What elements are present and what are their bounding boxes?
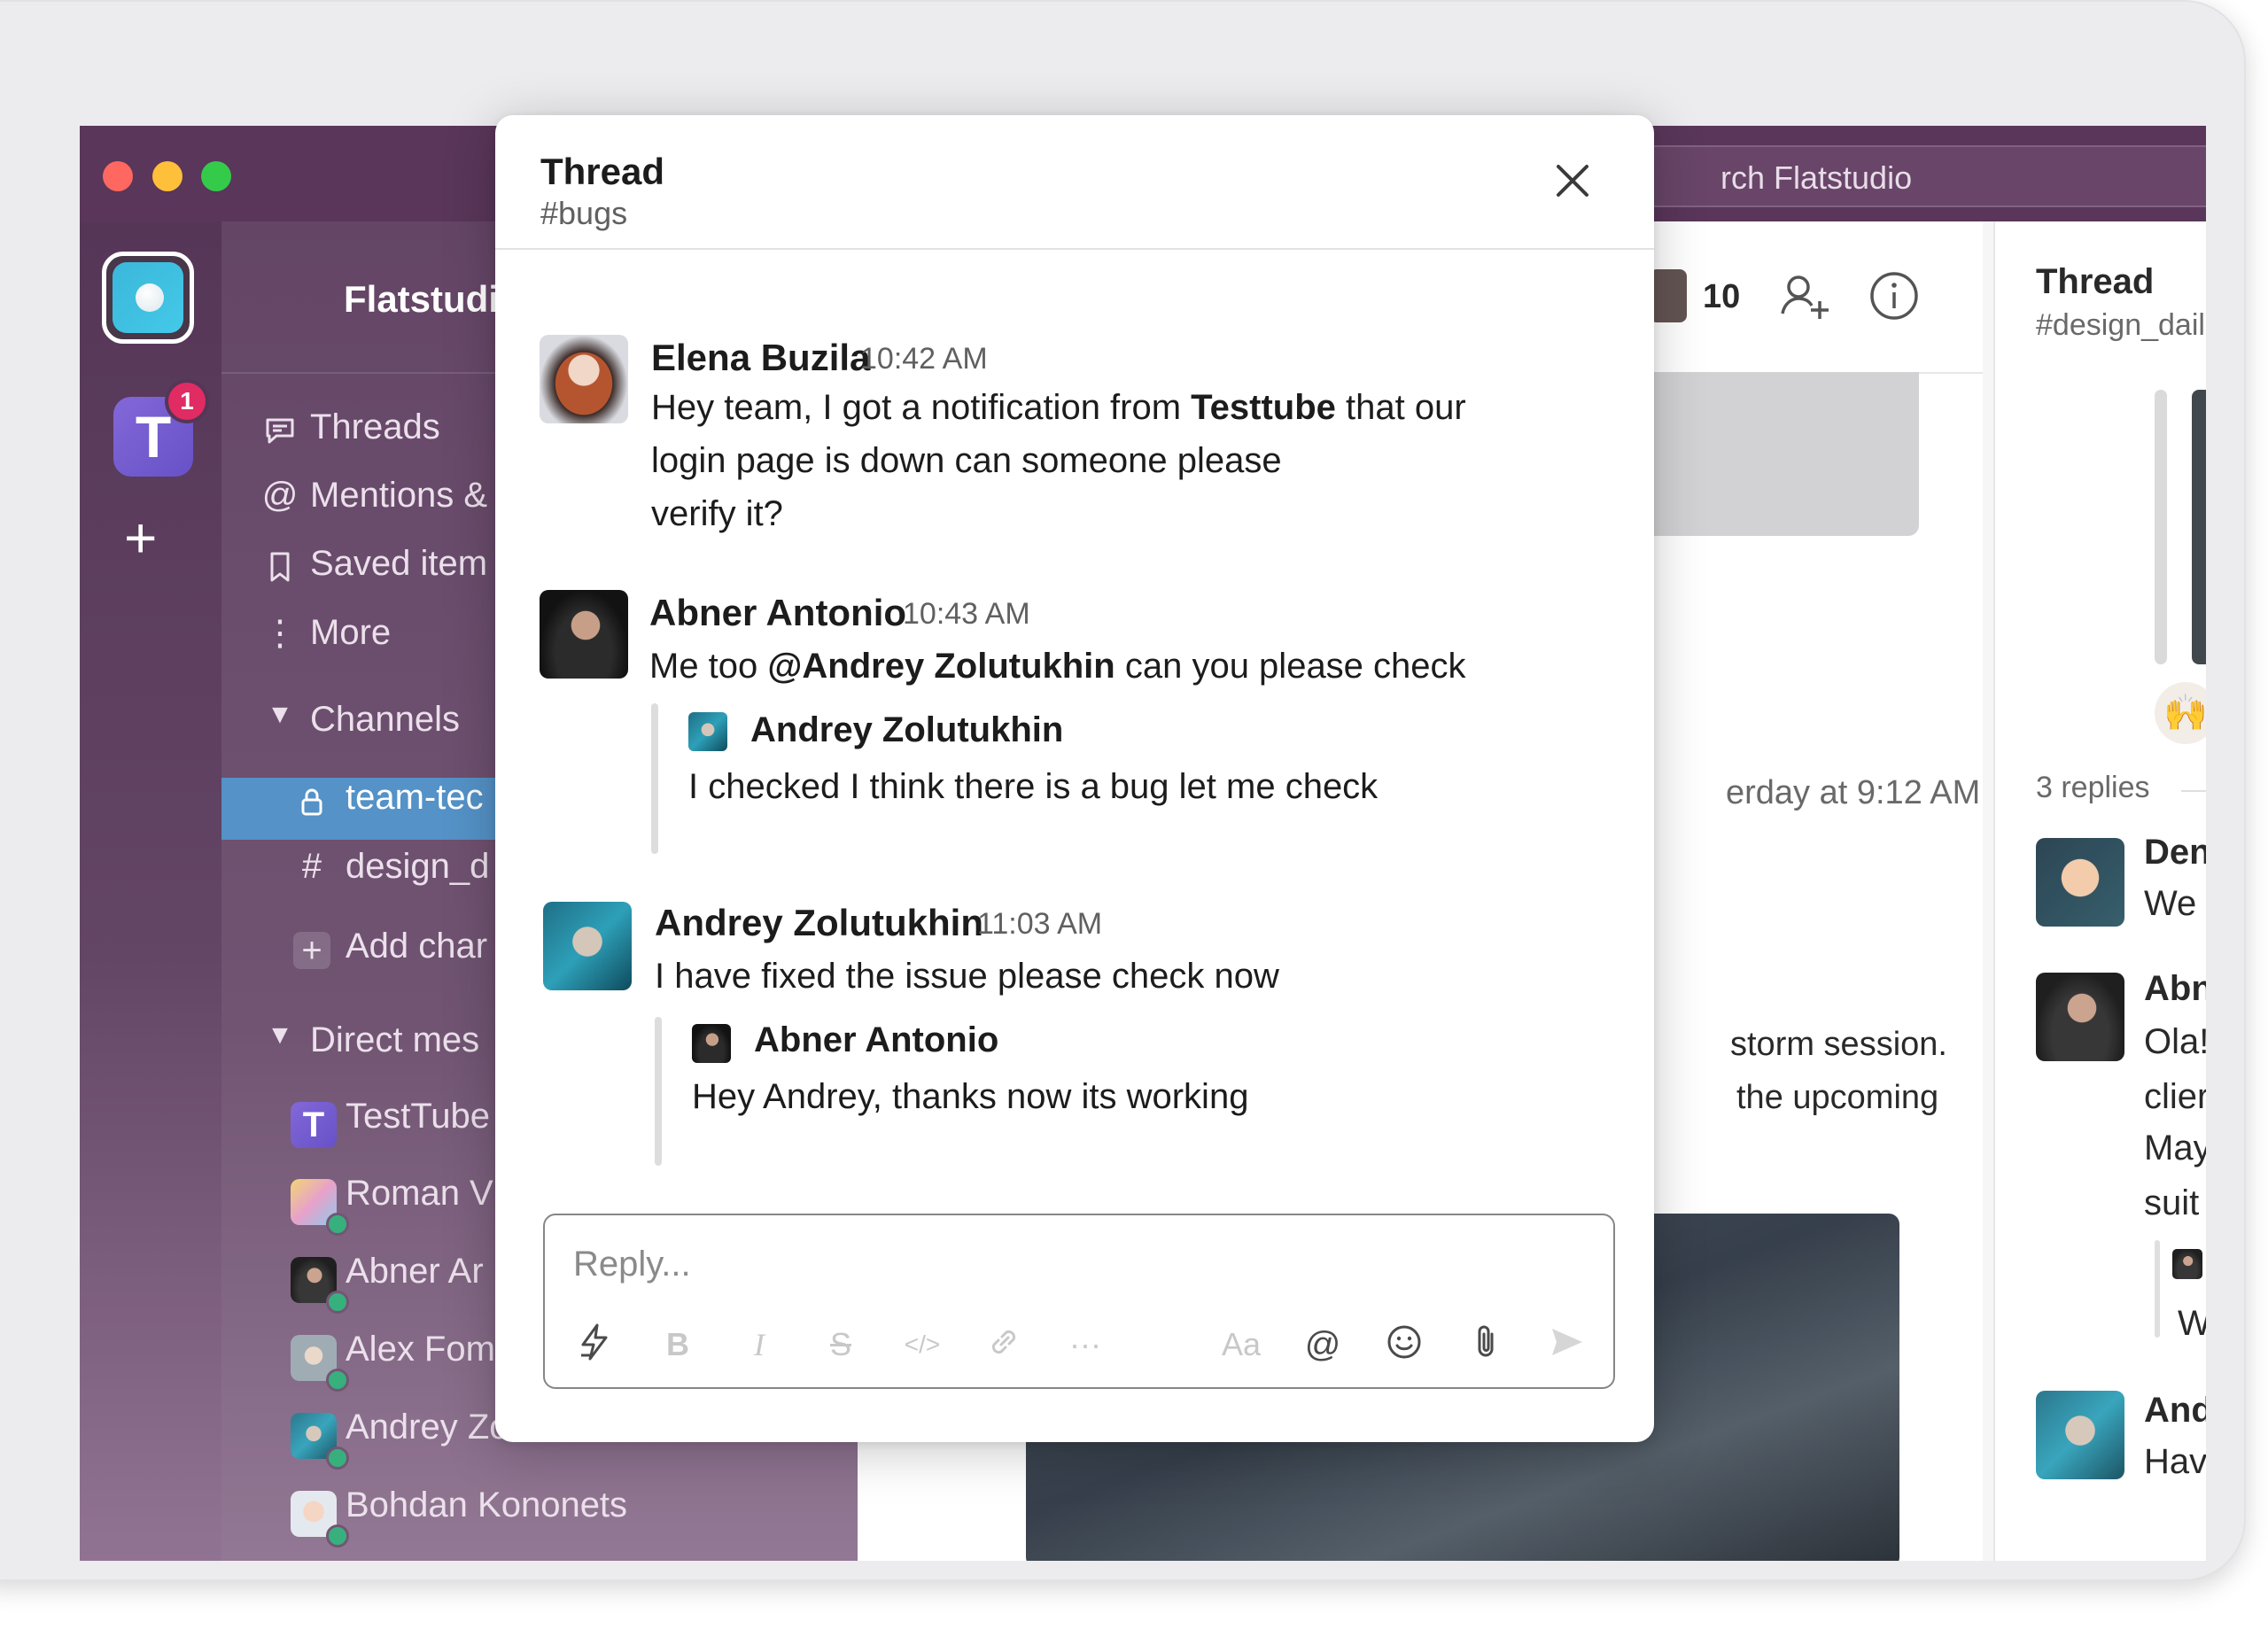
message-text: Me too @Andrey Zolutukhin can you please… [649,640,1624,693]
thread-modal: Thread #bugs Elena Buzila 10:42 AM Hey t… [495,115,1654,1442]
quote-bar [651,703,658,854]
reply-composer: B I S </> ··· Aa @ [543,1214,1615,1389]
attachment-icon[interactable] [1463,1322,1509,1368]
close-icon[interactable] [1548,156,1597,206]
text-segment: login page is down can someone please [651,441,1282,480]
text-segment: Me too [649,647,768,686]
message-author[interactable]: Andrey Zolutukhin [655,902,983,944]
more-horizontal-icon[interactable]: ··· [1062,1322,1108,1368]
strikethrough-icon[interactable]: S [818,1322,864,1368]
emoji-icon[interactable] [1381,1322,1427,1368]
message-text: I have fixed the issue please check now [655,957,1279,996]
send-icon[interactable] [1544,1322,1590,1368]
message-text: Hey team, I got a notification from Test… [651,381,1608,540]
text-bold: Testtube [1191,388,1336,427]
message-time[interactable]: 10:42 AM [860,342,988,376]
avatar [692,1024,731,1063]
message-author[interactable]: Abner Antonio [649,592,906,634]
italic-icon[interactable]: I [736,1322,782,1368]
avatar[interactable] [540,335,628,423]
quote-author[interactable]: Abner Antonio [754,1020,998,1060]
reply-input[interactable] [571,1237,1585,1292]
shortcut-icon[interactable] [571,1322,617,1368]
avatar[interactable] [543,902,632,990]
mention-icon[interactable]: @ [1300,1322,1346,1368]
avatar[interactable] [540,590,628,679]
text-segment: that our [1335,388,1466,427]
mention-link[interactable]: @Andrey Zolutukhin [767,647,1115,686]
quote-text: I checked I think there is a bug let me … [688,767,1379,806]
message-time[interactable]: 10:43 AM [903,597,1030,632]
quote-text: Hey Andrey, thanks now its working [692,1077,1249,1116]
text-segment: Hey team, I got a notification from [651,388,1192,427]
text-format-icon[interactable]: Aa [1218,1322,1264,1368]
modal-title: Thread [540,151,665,192]
avatar [688,712,727,751]
modal-channel[interactable]: #bugs [540,195,627,232]
message-author[interactable]: Elena Buzila [651,337,870,379]
quote-bar [655,1017,662,1166]
message-time[interactable]: 11:03 AM [977,907,1102,942]
quote-author[interactable]: Andrey Zolutukhin [750,710,1063,750]
bold-icon[interactable]: B [655,1322,701,1368]
modal-divider [495,248,1654,250]
link-icon[interactable] [981,1322,1027,1368]
text-segment: verify it? [651,494,783,533]
text-segment: can you please check [1115,647,1466,686]
code-icon[interactable]: </> [899,1322,945,1368]
